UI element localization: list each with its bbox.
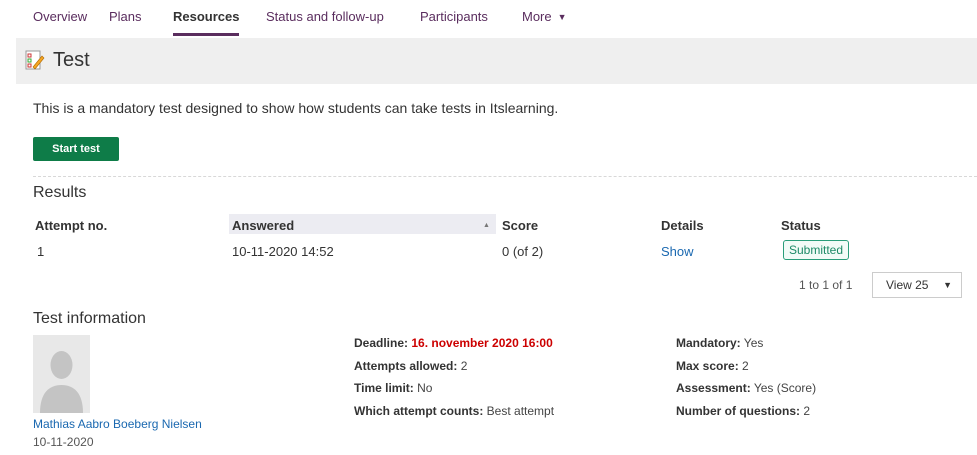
sort-ascending-icon[interactable]: ▲ — [483, 222, 490, 229]
show-details-link[interactable]: Show — [661, 244, 694, 259]
test-information-heading: Test information — [33, 310, 146, 327]
info-value: 2 — [803, 404, 811, 418]
info-assessment: Assessment: Yes (Score) — [676, 381, 816, 395]
info-label: Attempts allowed: — [354, 359, 458, 373]
info-value: No — [417, 381, 433, 395]
test-document-icon — [25, 50, 45, 70]
info-label: Max score: — [676, 359, 739, 373]
info-value: Yes — [743, 336, 764, 350]
author-name-link[interactable]: Mathias Aabro Boeberg Nielsen — [33, 417, 202, 431]
info-label: Which attempt counts: — [354, 404, 484, 418]
tab-plans[interactable]: Plans — [109, 9, 142, 24]
score-value: 0 (of 2) — [502, 244, 544, 259]
tab-status-and-follow-up[interactable]: Status and follow-up — [266, 9, 384, 24]
tab-overview[interactable]: Overview — [33, 9, 87, 24]
top-navigation: Overview Plans Resources Status and foll… — [0, 0, 977, 36]
info-max-score: Max score: 2 — [676, 359, 749, 373]
chevron-down-icon: ▼ — [943, 280, 952, 290]
page-size-select[interactable]: View 25 ▼ — [872, 272, 962, 298]
tab-resources[interactable]: Resources — [173, 9, 240, 36]
info-value: Best attempt — [486, 404, 555, 418]
tab-more-label: More — [522, 9, 552, 24]
info-time-limit: Time limit: No — [354, 381, 432, 395]
column-header-details[interactable]: Details — [661, 218, 704, 233]
tab-more[interactable]: More ▼ — [522, 9, 567, 24]
column-header-attempt[interactable]: Attempt no. — [35, 218, 107, 233]
deadline-value: 16. november 2020 16:00 — [411, 336, 553, 350]
info-label: Time limit: — [354, 381, 414, 395]
info-label: Mandatory: — [676, 336, 741, 350]
info-label: Assessment: — [676, 381, 751, 395]
info-value: 2 — [460, 359, 468, 373]
chevron-down-icon: ▼ — [557, 12, 567, 22]
info-value: 2 — [742, 359, 749, 373]
info-label: Number of questions: — [676, 404, 801, 418]
info-value: Yes (Score) — [753, 381, 817, 395]
page-title: Test — [53, 49, 90, 71]
column-header-score[interactable]: Score — [502, 218, 538, 233]
column-header-answered[interactable]: Answered — [232, 218, 294, 233]
info-which-attempt-counts: Which attempt counts: Best attempt — [354, 404, 554, 418]
person-silhouette-icon — [33, 335, 90, 413]
test-description: This is a mandatory test designed to sho… — [33, 100, 559, 116]
column-header-status[interactable]: Status — [781, 218, 821, 233]
info-number-of-questions: Number of questions: 2 — [676, 404, 810, 418]
author-date: 10-11-2020 — [33, 435, 94, 449]
answered-date: 10-11-2020 14:52 — [232, 244, 334, 259]
results-heading: Results — [33, 184, 87, 201]
section-divider — [33, 176, 977, 177]
info-deadline: Deadline: 16. november 2020 16:00 — [354, 336, 553, 350]
tab-participants[interactable]: Participants — [420, 9, 488, 24]
avatar — [33, 335, 90, 413]
pagination-info: 1 to 1 of 1 — [799, 278, 853, 292]
start-test-button[interactable]: Start test — [33, 137, 119, 161]
info-mandatory: Mandatory: Yes — [676, 336, 763, 350]
info-attempts-allowed: Attempts allowed: 2 — [354, 359, 467, 373]
page-title-bar: Test — [16, 38, 977, 84]
page-size-value: View 25 — [886, 278, 929, 292]
attempt-number: 1 — [37, 244, 45, 259]
status-badge: Submitted — [783, 240, 850, 260]
info-label: Deadline: — [354, 336, 409, 350]
